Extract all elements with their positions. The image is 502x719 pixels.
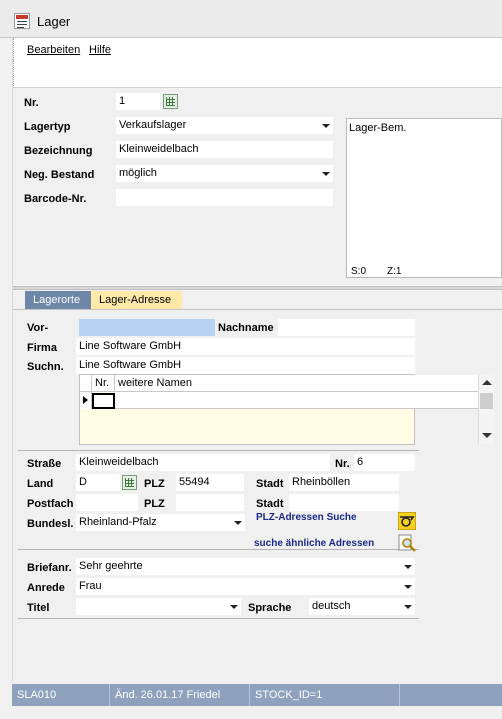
post-horn-icon[interactable] <box>397 511 417 531</box>
briefanr-select[interactable]: Sehr geehrte <box>76 558 415 575</box>
chevron-down-icon[interactable] <box>401 559 414 574</box>
similar-search-link[interactable]: suche ähnliche Adressen <box>254 538 374 549</box>
stadt2-field[interactable] <box>289 494 399 511</box>
app-icon <box>14 13 30 29</box>
titel-label: Titel <box>27 602 50 614</box>
hausnr-field[interactable]: 6 <box>354 454 415 471</box>
remarks-title: Lager-Bem. <box>349 122 407 134</box>
menu-bearbeiten[interactable]: Bearbeiten <box>27 44 80 56</box>
grid-header-nr[interactable]: Nr. <box>92 375 115 392</box>
postfach-field[interactable] <box>76 494 138 511</box>
briefanr-label: Briefanr. <box>27 562 72 574</box>
land-lookup-icon[interactable] <box>122 475 137 490</box>
window-title: Lager <box>37 14 71 29</box>
bundesl-value: Rheinland-Pfalz <box>79 516 157 528</box>
barcode-label: Barcode-Nr. <box>24 193 87 205</box>
chevron-down-icon[interactable] <box>231 515 244 530</box>
grid-corner <box>80 375 92 392</box>
stadt-field[interactable]: Rheinböllen <box>289 474 399 491</box>
stadt2-label: Stadt <box>256 498 284 510</box>
grid-cell-nr[interactable] <box>92 393 115 409</box>
grid-cell-name[interactable] <box>115 392 478 409</box>
names-grid[interactable]: Nr. weitere Namen <box>79 374 494 445</box>
barcode-field[interactable] <box>116 189 333 206</box>
menu-bar <box>13 38 502 60</box>
row-indicator <box>80 392 92 409</box>
suchn-field[interactable]: Line Software GmbH <box>76 357 415 374</box>
stadt-label: Stadt <box>256 478 284 490</box>
suchn-label: Suchn. <box>27 361 64 373</box>
plz2-label: PLZ <box>144 498 165 510</box>
vorname-label: Vor- <box>27 322 49 334</box>
titel-select[interactable] <box>76 598 241 615</box>
scroll-thumb[interactable] <box>480 393 493 409</box>
grid-header-names[interactable]: weitere Namen <box>115 375 478 392</box>
plz2-field[interactable] <box>176 494 244 511</box>
chevron-down-icon[interactable] <box>319 166 332 181</box>
sprache-value: deutsch <box>312 600 351 612</box>
postfach-label: Postfach <box>27 498 74 510</box>
nachname-field[interactable] <box>278 319 415 336</box>
negbestand-label: Neg. Bestand <box>24 169 95 181</box>
tab-lager-adresse[interactable]: Lager-Adresse <box>91 291 182 309</box>
chevron-down-icon[interactable] <box>319 118 332 133</box>
bezeichnung-field[interactable]: Kleinweidelbach <box>116 141 333 158</box>
strasse-field[interactable]: Kleinweidelbach <box>76 454 330 471</box>
splitter[interactable] <box>13 286 502 290</box>
lagertyp-select[interactable]: Verkaufslager <box>116 117 333 134</box>
nr-lookup-icon[interactable] <box>163 94 178 109</box>
plz-label: PLZ <box>144 478 165 490</box>
menu-hilfe[interactable]: Hilfe <box>89 44 111 56</box>
briefanr-value: Sehr geehrte <box>79 560 143 572</box>
bundesl-label: Bundesl. <box>27 518 74 530</box>
negbestand-value: möglich <box>119 167 157 179</box>
firma-field[interactable]: Line Software GmbH <box>76 338 415 355</box>
status-code: SLA010 <box>12 684 110 706</box>
scroll-down-icon[interactable] <box>482 433 492 438</box>
plz-field[interactable]: 55494 <box>176 474 244 491</box>
anrede-label: Anrede <box>27 582 65 594</box>
search-icon[interactable] <box>398 534 416 552</box>
nachname-label: Nachname <box>218 322 274 334</box>
nr-field[interactable]: 1 <box>116 93 160 110</box>
land-field[interactable]: D <box>76 474 120 491</box>
negbestand-select[interactable]: möglich <box>116 165 333 182</box>
nr-label: Nr. <box>24 97 39 109</box>
hausnr-label: Nr. <box>335 458 350 470</box>
plz-search-link[interactable]: PLZ-Adressen Suche <box>256 512 357 523</box>
lagertyp-label: Lagertyp <box>24 121 71 133</box>
toolbar <box>13 60 502 88</box>
title-bar <box>0 0 502 38</box>
lagertyp-value: Verkaufslager <box>119 119 187 131</box>
chevron-down-icon[interactable] <box>227 599 240 614</box>
sprache-select[interactable]: deutsch <box>309 598 415 615</box>
grid-scrollbar[interactable] <box>478 375 494 444</box>
tab-lagerorte[interactable]: Lagerorte <box>25 291 91 309</box>
land-label: Land <box>27 478 54 490</box>
scroll-up-icon[interactable] <box>482 380 492 385</box>
row-pointer-icon <box>83 396 88 404</box>
bezeichnung-label: Bezeichnung <box>24 145 93 157</box>
remarks-memo[interactable]: Lager-Bem. S:0 Z:1 <box>346 118 502 278</box>
strasse-label: Straße <box>27 458 62 470</box>
firma-label: Firma <box>27 342 57 354</box>
anrede-value: Frau <box>79 580 102 592</box>
anrede-select[interactable]: Frau <box>76 578 415 595</box>
vorname-field[interactable] <box>79 319 215 336</box>
remarks-status-s: S:0 <box>351 266 367 277</box>
status-changed: Änd. 26.01.17 Friedel <box>110 684 250 706</box>
chevron-down-icon[interactable] <box>401 599 414 614</box>
remarks-status-z: Z:1 <box>387 266 402 277</box>
bundesl-select[interactable]: Rheinland-Pfalz <box>76 514 245 531</box>
chevron-down-icon[interactable] <box>401 579 414 594</box>
status-record: STOCK_ID=1 <box>250 684 400 706</box>
sprache-label: Sprache <box>248 602 292 614</box>
